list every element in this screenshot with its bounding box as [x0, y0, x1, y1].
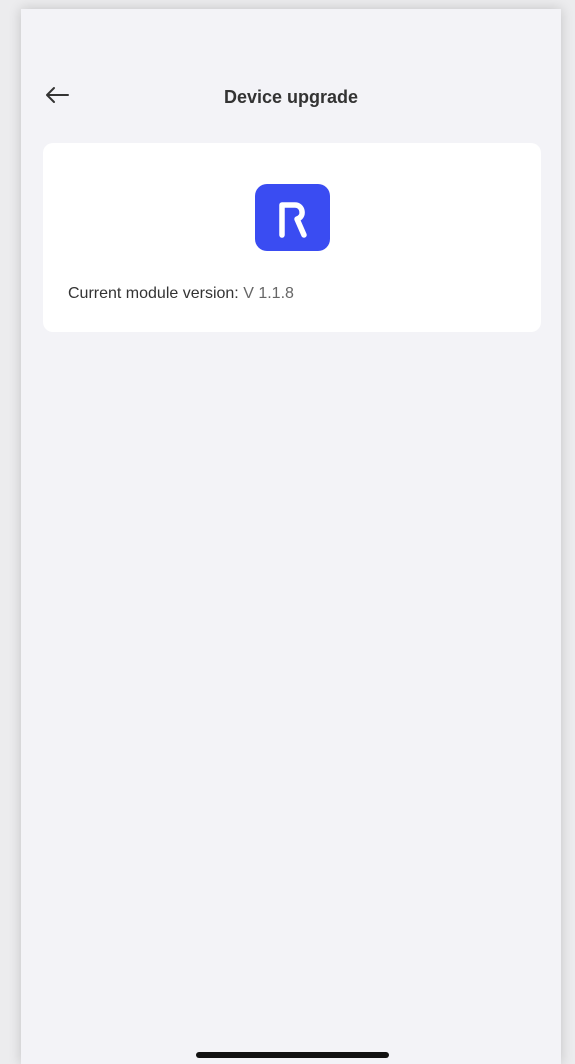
module-info-card: Current module version: V 1.1.8 [43, 143, 541, 332]
back-button[interactable] [37, 81, 77, 113]
app-screen: Device upgrade Current module version: V… [21, 9, 561, 1064]
home-indicator [196, 1052, 389, 1058]
module-version-row: Current module version: V 1.1.8 [68, 285, 294, 303]
page-title: Device upgrade [223, 87, 359, 107]
app-logo-r-icon [255, 184, 330, 251]
module-version-label: Current module version: [68, 285, 239, 302]
arrow-left-icon [44, 85, 70, 110]
module-version-value: V 1.1.8 [243, 285, 294, 302]
navigation-bar: Device upgrade [21, 73, 561, 121]
